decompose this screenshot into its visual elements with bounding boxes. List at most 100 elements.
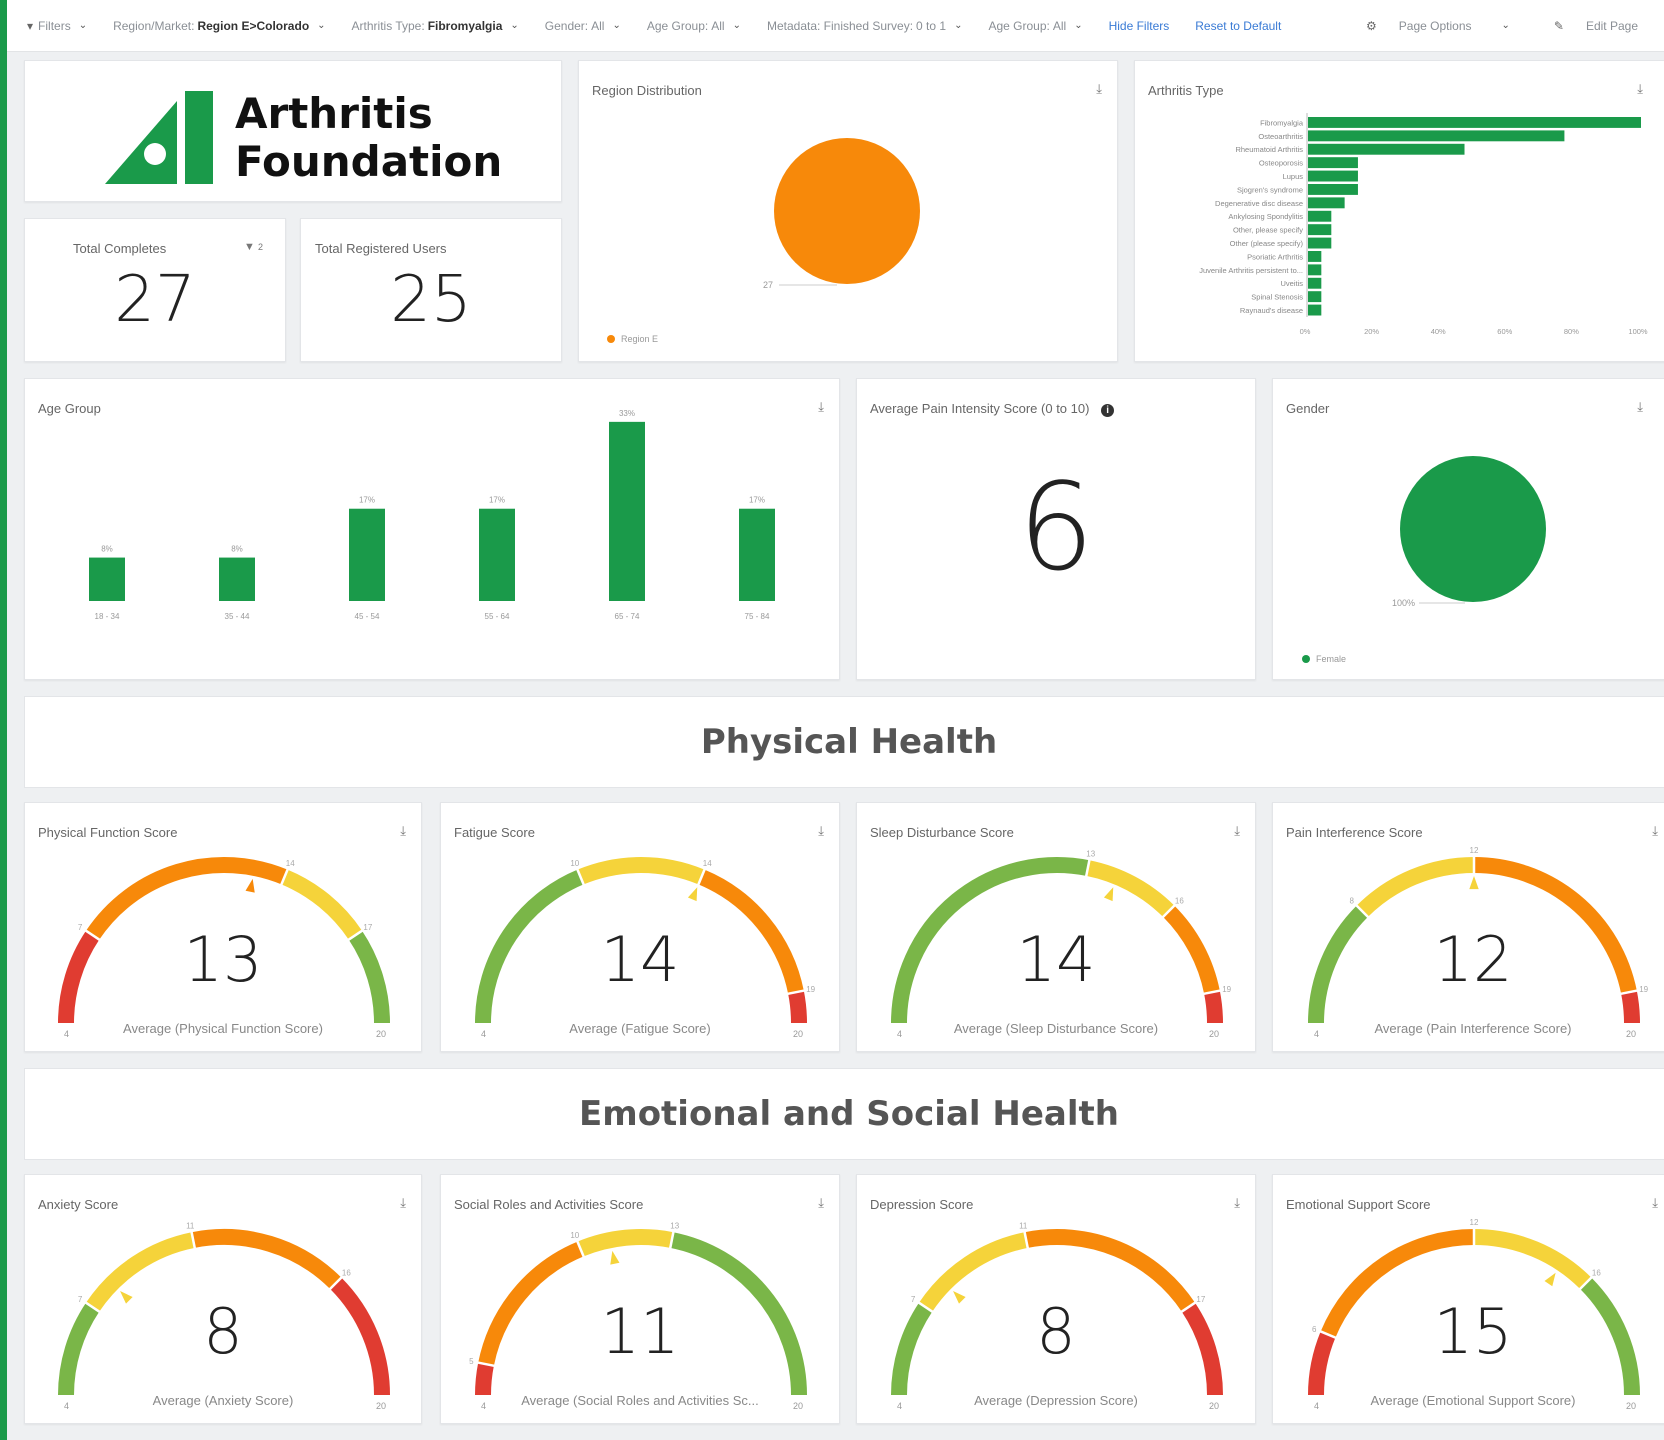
gauge-max-label: 20 bbox=[1209, 1029, 1220, 1039]
age-group-bar-chart: 8% 18 - 34 8% 35 - 44 17% 45 - 54 17% 55 - 64 33… bbox=[89, 409, 775, 621]
bar[interactable] bbox=[609, 421, 645, 601]
bar[interactable] bbox=[1308, 157, 1358, 169]
filter-key: Arthritis Type: bbox=[351, 18, 425, 33]
category-label: Fibromyalgia bbox=[1260, 118, 1304, 127]
filter-key: Region/Market: bbox=[113, 18, 195, 33]
gauge-tick-label: 12 bbox=[1470, 1218, 1479, 1227]
gauge-max-label: 20 bbox=[793, 1401, 804, 1411]
filter-dropdown[interactable]: Age Group: All ⌄ bbox=[647, 19, 741, 33]
gauge-average-label: Average (Physical Function Score) bbox=[123, 1021, 323, 1036]
pie-slice-region-e bbox=[774, 138, 920, 284]
gauge-band bbox=[1621, 990, 1640, 1024]
filter-dropdown[interactable]: Arthritis Type: Fibromyalgia ⌄ bbox=[352, 19, 519, 33]
info-icon[interactable]: i bbox=[1101, 404, 1115, 417]
filter-dropdown[interactable]: Region/Market: Region E>Colorado ⌄ bbox=[113, 19, 325, 33]
gauge-max-label: 20 bbox=[1626, 1029, 1637, 1039]
filter-dropdown[interactable]: Age Group: All ⌄ bbox=[988, 19, 1082, 33]
bar[interactable] bbox=[1308, 130, 1565, 142]
filter-value: 0 to 1 bbox=[916, 18, 947, 33]
card-title: Average Pain Intensity Score (0 to 10) i bbox=[870, 401, 1115, 417]
gauge-max-label: 20 bbox=[1626, 1401, 1637, 1411]
bar[interactable] bbox=[219, 557, 255, 601]
bar[interactable] bbox=[1308, 237, 1332, 249]
category-label: Degenerative disc disease bbox=[1215, 199, 1303, 208]
gauge-value: 8 bbox=[1036, 1295, 1076, 1368]
gauge-min-label: 4 bbox=[1314, 1401, 1320, 1411]
bar[interactable] bbox=[1308, 224, 1332, 236]
edit-page-button[interactable]: ✎ Edit Page bbox=[1554, 19, 1660, 33]
gauge-value: 15 bbox=[1433, 1295, 1513, 1368]
bar[interactable] bbox=[1308, 143, 1465, 155]
bar[interactable] bbox=[349, 508, 385, 601]
gauge-max-label: 20 bbox=[793, 1029, 804, 1039]
page-options-button[interactable]: ⚙ Page Options ⌄ bbox=[1366, 19, 1532, 33]
logo-text-line1: Arthritis bbox=[235, 89, 433, 138]
x-tick-label: 100% bbox=[1628, 327, 1648, 336]
bar[interactable] bbox=[1308, 277, 1322, 289]
filters-toggle[interactable]: ▾ Filters ⌄ bbox=[27, 19, 87, 33]
filter-indicator[interactable]: ▼ 2 bbox=[244, 241, 263, 253]
funnel-icon: ▼ bbox=[244, 241, 255, 253]
bar[interactable] bbox=[89, 557, 125, 601]
filter-dropdown[interactable]: Metadata: Finished Survey: 0 to 1 ⌄ bbox=[767, 19, 963, 33]
age-group-card: Age Group ⤓ 8% 18 - 34 8% 35 - 44 17% 45 - 54… bbox=[24, 378, 840, 680]
total-completes-card: Total Completes ▼ 2 27 bbox=[24, 218, 286, 362]
funnel-icon: ▾ bbox=[27, 18, 34, 33]
chevron-down-icon: ⌄ bbox=[1074, 20, 1083, 31]
gauge-card: Depression Score ⤓ 7 11 17 8 Average (Depressi… bbox=[856, 1174, 1256, 1424]
legend-swatch bbox=[607, 335, 615, 343]
data-label: 17% bbox=[489, 496, 505, 505]
category-label: Psoriatic Arthritis bbox=[1247, 252, 1303, 261]
category-label: 55 - 64 bbox=[485, 612, 510, 621]
bar[interactable] bbox=[1308, 170, 1358, 182]
gauge-tick-label: 14 bbox=[703, 859, 712, 868]
logo-card: Arthritis Foundation bbox=[24, 60, 562, 202]
category-label: Rheumatoid Arthritis bbox=[1235, 145, 1303, 154]
filter-value: All bbox=[711, 18, 725, 33]
page-actions: ⚙ Page Options ⌄ ✎ Edit Page bbox=[1366, 19, 1664, 33]
category-label: Other, please specify bbox=[1233, 226, 1303, 235]
bar[interactable] bbox=[479, 508, 515, 601]
bar[interactable] bbox=[739, 508, 775, 601]
category-label: Osteoporosis bbox=[1259, 159, 1303, 168]
reset-default-link[interactable]: Reset to Default bbox=[1195, 19, 1281, 33]
gauge-average-label: Average (Social Roles and Activities Sc.… bbox=[521, 1393, 759, 1408]
gauge-average-label: Average (Fatigue Score) bbox=[569, 1021, 711, 1036]
gender-pie-chart: 100% Female bbox=[1302, 456, 1546, 664]
bar[interactable] bbox=[1308, 291, 1322, 303]
gauge-band bbox=[788, 990, 807, 1024]
gauge-value: 14 bbox=[1016, 923, 1096, 996]
gauge-tick-label: 13 bbox=[670, 1221, 679, 1230]
bar[interactable] bbox=[1308, 184, 1358, 195]
filter-value: Region E>Colorado bbox=[197, 18, 310, 33]
filter-key: Age Group: bbox=[988, 18, 1050, 33]
bar[interactable] bbox=[1308, 304, 1322, 316]
filter-key: Age Group: bbox=[646, 18, 709, 33]
section-header-emotional-social-health: Emotional and Social Health bbox=[24, 1068, 1664, 1160]
bar[interactable] bbox=[1308, 117, 1641, 128]
bar[interactable] bbox=[1308, 210, 1332, 222]
gauge-value-marker bbox=[1103, 887, 1114, 902]
gauge-band bbox=[1086, 860, 1175, 918]
hide-filters-link[interactable]: Hide Filters bbox=[1109, 19, 1170, 33]
category-label: Raynaud's disease bbox=[1240, 306, 1303, 315]
gauge-card: Fatigue Score ⤓ 10 14 19 14 Average (Fatigue S… bbox=[440, 802, 840, 1052]
gauge-tick-label: 10 bbox=[570, 859, 579, 868]
gauge-band bbox=[577, 1229, 674, 1257]
category-label: Sjogren's syndrome bbox=[1237, 185, 1303, 194]
x-tick-label: 20% bbox=[1364, 327, 1379, 336]
pain-intensity-value: 6 bbox=[1017, 459, 1095, 598]
gauge-tick-label: 12 bbox=[1470, 846, 1479, 855]
category-label: 75 - 84 bbox=[745, 612, 770, 621]
chevron-down-icon: ⌄ bbox=[78, 20, 88, 31]
gauge-tick-label: 13 bbox=[1086, 849, 1095, 858]
gauge-tick-label: 11 bbox=[1019, 1221, 1028, 1230]
x-tick-label: 40% bbox=[1431, 327, 1446, 336]
gauge-average-label: Average (Sleep Disturbance Score) bbox=[953, 1021, 1159, 1036]
gauge-tick-label: 16 bbox=[1175, 897, 1184, 906]
gauge-band bbox=[1473, 1229, 1592, 1290]
bar[interactable] bbox=[1308, 264, 1322, 276]
bar[interactable] bbox=[1308, 251, 1322, 262]
bar[interactable] bbox=[1308, 197, 1345, 209]
filter-dropdown[interactable]: Gender: All ⌄ bbox=[545, 19, 621, 33]
